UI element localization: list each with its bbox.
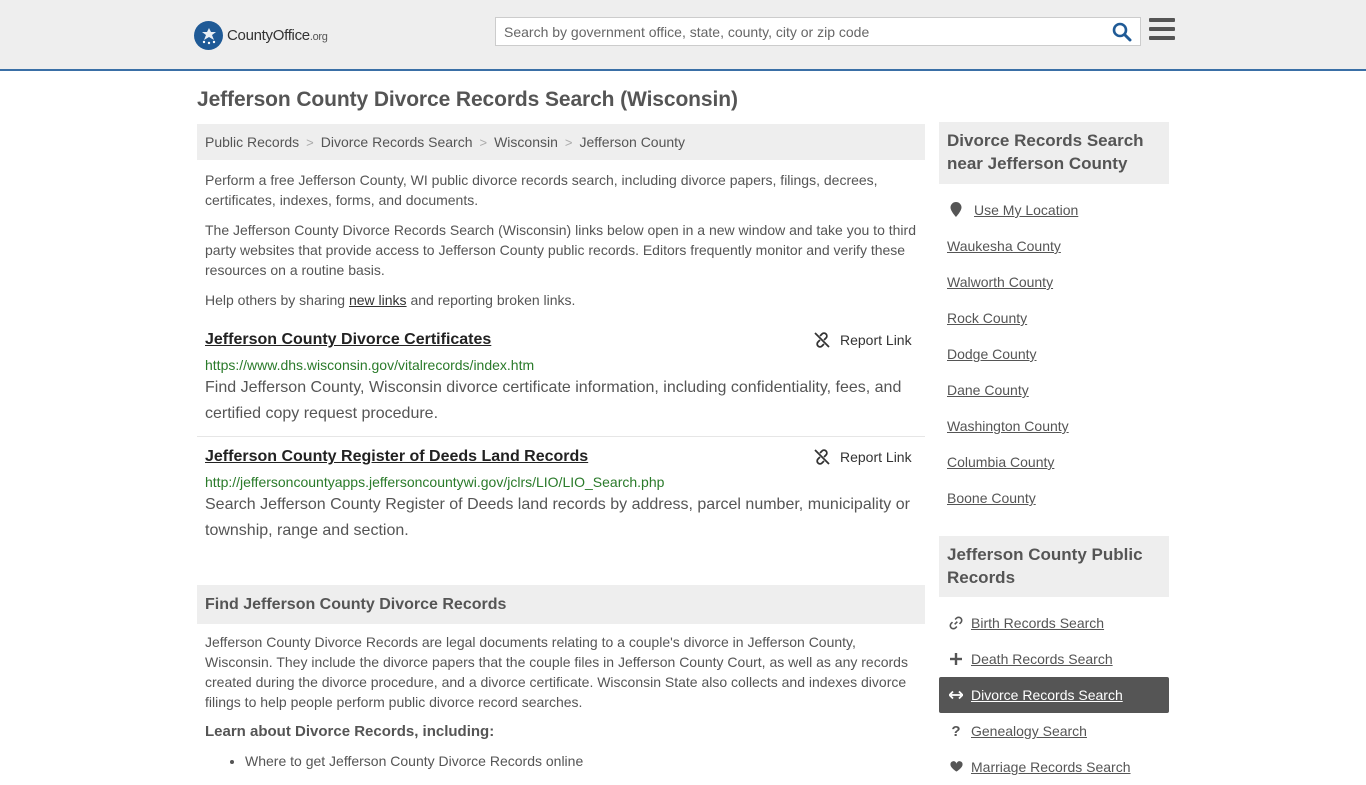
nearby-county-link[interactable]: Walworth County bbox=[947, 274, 1053, 290]
report-link-button[interactable]: Report Link bbox=[814, 449, 912, 465]
search-input[interactable] bbox=[496, 18, 1106, 45]
nearby-county-link[interactable]: Columbia County bbox=[947, 454, 1054, 470]
result-divider bbox=[197, 436, 925, 437]
breadcrumb-jefferson-county[interactable]: Jefferson County bbox=[579, 134, 685, 150]
breadcrumb: Public Records > Divorce Records Search … bbox=[197, 124, 925, 160]
search-icon[interactable] bbox=[1112, 22, 1134, 42]
logo-seal-icon bbox=[194, 20, 223, 50]
map-marker-icon bbox=[950, 202, 962, 217]
learn-list-item: Where to get Jefferson County Divorce Re… bbox=[245, 753, 583, 769]
nearby-county-link[interactable]: Waukesha County bbox=[947, 238, 1061, 254]
nearby-county-link[interactable]: Dane County bbox=[947, 382, 1029, 398]
result-title-link[interactable]: Jefferson County Register of Deeds Land … bbox=[205, 448, 588, 466]
result-url: https://www.dhs.wisconsin.gov/vitalrecor… bbox=[205, 357, 535, 373]
nearby-county-link[interactable]: Dodge County bbox=[947, 346, 1037, 362]
breadcrumb-separator: > bbox=[479, 134, 488, 150]
sidebar-public-records-heading: Jefferson County Public Records bbox=[939, 536, 1169, 597]
result-title-link[interactable]: Jefferson County Divorce Certificates bbox=[205, 331, 491, 349]
intro-paragraph-3: Help others by sharing new links and rep… bbox=[205, 292, 576, 308]
heart-icon bbox=[947, 761, 965, 773]
sidebar-item-marriage-records[interactable]: Marriage Records Search bbox=[939, 749, 1169, 785]
sidebar-nearby-heading: Divorce Records Search near Jefferson Co… bbox=[939, 122, 1169, 184]
broken-link-icon bbox=[814, 449, 830, 465]
use-my-location-link[interactable]: Use My Location bbox=[947, 202, 1078, 218]
hamburger-menu-icon[interactable] bbox=[1149, 18, 1175, 42]
find-section-body: Jefferson County Divorce Records are leg… bbox=[205, 634, 908, 710]
nearby-county-link[interactable]: Washington County bbox=[947, 418, 1069, 434]
report-link-button[interactable]: Report Link bbox=[814, 332, 912, 348]
learn-list: Where to get Jefferson County Divorce Re… bbox=[245, 753, 583, 769]
nearby-county-link[interactable]: Rock County bbox=[947, 310, 1027, 326]
sidebar-item-birth-records[interactable]: Birth Records Search bbox=[939, 605, 1169, 641]
site-logo[interactable]: CountyOffice.org bbox=[194, 20, 328, 50]
breadcrumb-divorce-records-search[interactable]: Divorce Records Search bbox=[321, 134, 473, 150]
result-url: http://jeffersoncountyapps.jeffersoncoun… bbox=[205, 474, 665, 490]
breadcrumb-separator: > bbox=[306, 134, 314, 150]
result-description: Search Jefferson County Register of Deed… bbox=[205, 496, 910, 539]
page-title: Jefferson County Divorce Records Search … bbox=[197, 88, 738, 111]
breadcrumb-wisconsin[interactable]: Wisconsin bbox=[494, 134, 558, 150]
intro-paragraph-2: The Jefferson County Divorce Records Sea… bbox=[205, 222, 916, 278]
plus-icon bbox=[947, 653, 965, 665]
top-header: CountyOffice.org bbox=[0, 0, 1366, 71]
nearby-county-link[interactable]: Boone County bbox=[947, 490, 1036, 506]
result-description: Find Jefferson County, Wisconsin divorce… bbox=[205, 379, 902, 422]
breadcrumb-public-records[interactable]: Public Records bbox=[205, 134, 299, 150]
sidebar-item-divorce-records[interactable]: Divorce Records Search bbox=[939, 677, 1169, 713]
arrows-horizontal-icon bbox=[947, 690, 965, 700]
breadcrumb-separator: > bbox=[564, 134, 573, 150]
broken-link-icon bbox=[814, 332, 830, 348]
new-links-link[interactable]: new links bbox=[349, 292, 407, 308]
sidebar-item-death-records[interactable]: Death Records Search bbox=[939, 641, 1169, 677]
logo-text: CountyOffice.org bbox=[227, 26, 328, 44]
search-bar bbox=[495, 17, 1141, 46]
intro-paragraph-1: Perform a free Jefferson County, WI publ… bbox=[205, 172, 878, 208]
find-section-heading: Find Jefferson County Divorce Records bbox=[197, 585, 925, 624]
sidebar-item-genealogy[interactable]: ? Genealogy Search bbox=[939, 713, 1169, 749]
learn-heading: Learn about Divorce Records, including: bbox=[205, 723, 495, 740]
link-icon bbox=[947, 616, 965, 630]
question-icon: ? bbox=[951, 722, 961, 740]
